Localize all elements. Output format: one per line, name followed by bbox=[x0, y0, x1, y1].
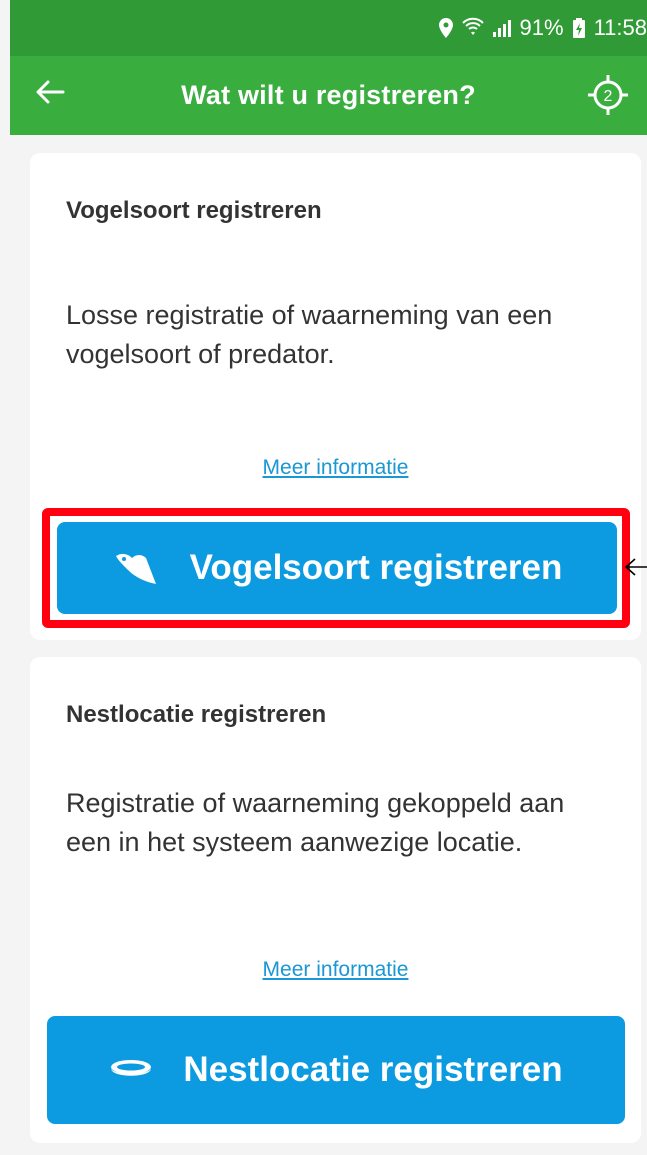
location-icon bbox=[438, 17, 454, 39]
card-title: Vogelsoort registreren bbox=[66, 197, 322, 224]
card-description: Registratie of waarneming gekoppeld aan … bbox=[66, 788, 565, 857]
more-info-link[interactable]: Meer informatie bbox=[30, 958, 641, 982]
page-title: Wat wilt u registreren? bbox=[181, 80, 476, 110]
battery-charging-icon bbox=[572, 17, 586, 39]
cell-signal-icon bbox=[492, 18, 512, 38]
nest-icon bbox=[109, 1058, 153, 1082]
highlight-box bbox=[42, 508, 630, 628]
gps-badge: 2 bbox=[604, 88, 613, 105]
gps-button[interactable]: 2 bbox=[586, 73, 630, 117]
more-info-link[interactable]: Meer informatie bbox=[30, 456, 641, 480]
app-bar: Wat wilt u registreren? 2 bbox=[10, 56, 647, 135]
pointer-arrow-icon bbox=[624, 556, 647, 578]
button-label: Nestlocatie registreren bbox=[183, 1050, 563, 1089]
status-bar: 91% 11:58 bbox=[10, 0, 647, 56]
card-description: Losse registratie of waarneming van een … bbox=[66, 300, 553, 369]
wifi-icon bbox=[461, 17, 484, 39]
card-title: Nestlocatie registreren bbox=[66, 701, 327, 728]
register-nest-button[interactable]: Nestlocatie registreren bbox=[47, 1016, 625, 1124]
battery-percentage: 91% bbox=[519, 15, 564, 40]
clock: 11:58 bbox=[593, 15, 647, 40]
